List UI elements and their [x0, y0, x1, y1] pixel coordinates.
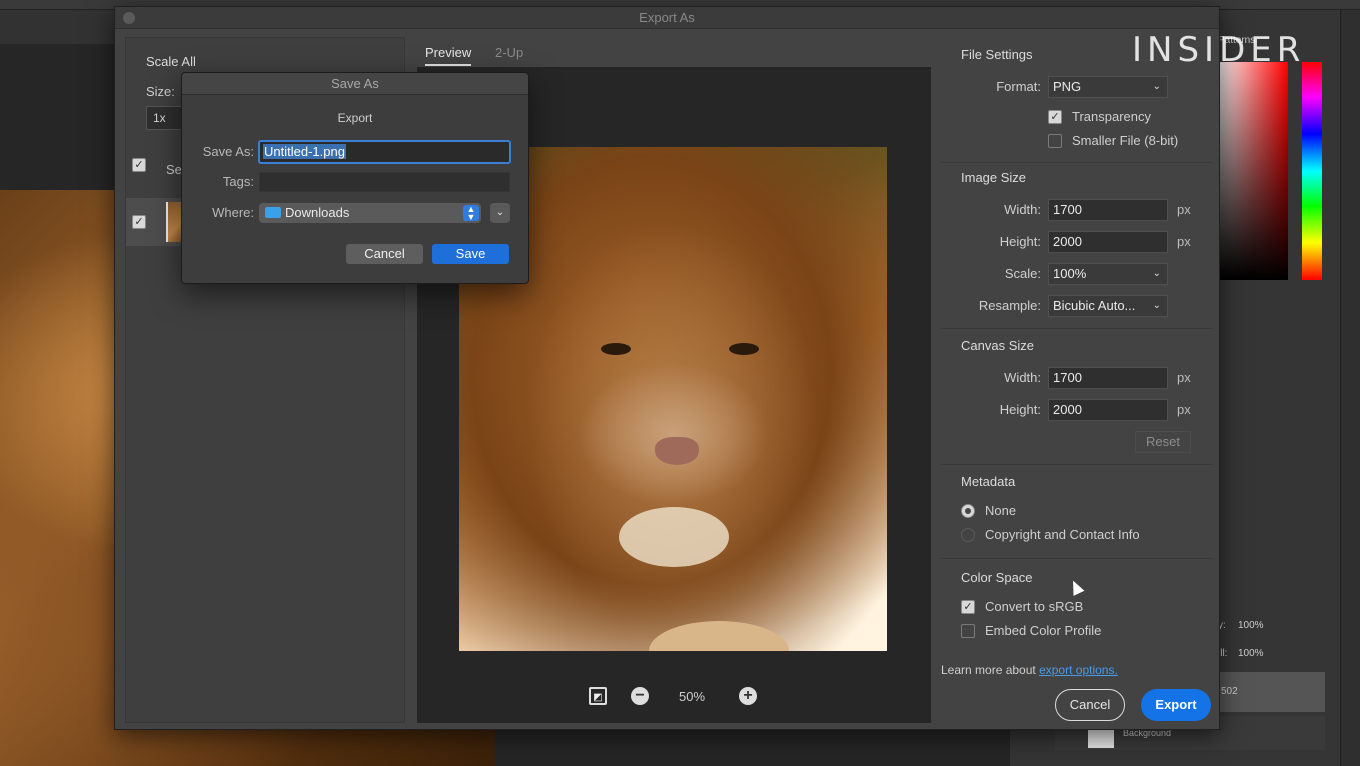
save-as-subtitle: Export — [337, 111, 373, 125]
export-button[interactable]: Export — [1141, 689, 1211, 721]
canvas-width-unit: px — [1177, 370, 1191, 385]
hue-slider[interactable] — [1302, 62, 1322, 280]
cancel-button[interactable]: Cancel — [1055, 689, 1125, 721]
tab-2-up[interactable]: 2-Up — [495, 45, 523, 60]
size-label: Size: — [146, 84, 175, 99]
canvas-height-label: Height: — [999, 402, 1041, 417]
export-title: Export As — [639, 10, 695, 25]
format-select[interactable]: PNG ⌄ — [1048, 76, 1168, 98]
canvas-height-input[interactable]: 2000 — [1048, 399, 1168, 421]
metadata-copyright-label: Copyright and Contact Info — [985, 527, 1140, 542]
embed-profile-checkbox[interactable] — [961, 624, 975, 638]
image-height-input[interactable]: 2000 — [1048, 231, 1168, 253]
filename-input[interactable]: Untitled-1.png — [258, 140, 511, 164]
resample-value: Bicubic Auto... — [1053, 298, 1136, 313]
settings-column: File Settings Format: PNG ⌄ ✓ Transparen… — [941, 37, 1213, 723]
convert-srgb-checkbox[interactable]: ✓ — [961, 600, 975, 614]
layer-name: 502 — [1221, 686, 1238, 697]
close-window-icon[interactable] — [123, 12, 135, 24]
image-height-unit: px — [1177, 234, 1191, 249]
fill-value[interactable]: 100% — [1238, 648, 1264, 659]
save-button[interactable]: Save — [432, 244, 509, 264]
transparency-checkbox[interactable]: ✓ — [1048, 110, 1062, 124]
tags-input[interactable] — [259, 172, 510, 192]
image-size-title: Image Size — [961, 170, 1027, 185]
metadata-none-radio[interactable] — [961, 504, 975, 518]
embed-profile-label: Embed Color Profile — [985, 623, 1102, 638]
image-width-unit: px — [1177, 202, 1191, 217]
smaller-file-checkbox[interactable] — [1048, 134, 1062, 148]
format-value: PNG — [1053, 79, 1082, 94]
chevron-down-icon: ⌄ — [1152, 81, 1161, 92]
metadata-none-label: None — [985, 503, 1017, 518]
image-size-section: Image Size Width: 1700 px Height: 2000 p… — [941, 165, 1213, 329]
learn-more-text: Learn more about export options. — [941, 663, 1118, 677]
zoom-bar: ◩ − 50% + — [589, 685, 759, 709]
convert-srgb-label: Convert to sRGB — [985, 599, 1084, 614]
chevron-down-icon: ⌄ — [1152, 268, 1161, 279]
scale-label: Scale: — [1004, 266, 1041, 281]
color-picker-field[interactable] — [1218, 62, 1288, 280]
select-all-checkbox[interactable]: ✓ — [132, 158, 146, 172]
where-value: Downloads — [285, 205, 350, 220]
lion-paw — [649, 621, 789, 651]
zoom-out-icon[interactable]: − — [631, 687, 649, 705]
lion-chin — [619, 507, 729, 567]
scale-value: 100% — [1053, 266, 1087, 281]
canvas-size-title: Canvas Size — [961, 338, 1034, 353]
lion-left-eye — [601, 343, 631, 355]
zoom-value: 50% — [679, 689, 706, 704]
save-as-title: Save As — [182, 73, 528, 95]
save-as-label: Save As: — [202, 144, 254, 159]
zoom-in-icon[interactable]: + — [739, 687, 757, 705]
save-as-cancel-button[interactable]: Cancel — [346, 244, 423, 264]
scale-select[interactable]: 100% ⌄ — [1048, 263, 1168, 285]
insider-watermark: INSIDER — [1132, 30, 1306, 70]
color-space-title: Color Space — [961, 570, 1033, 585]
lion-right-eye — [729, 343, 759, 355]
transparency-label: Transparency — [1072, 109, 1151, 124]
asset-checkbox[interactable]: ✓ — [132, 215, 146, 229]
export-options-link[interactable]: export options. — [1039, 663, 1118, 677]
save-as-sheet: Save As Export Save As: Untitled-1.png T… — [181, 72, 529, 284]
expand-chevron-icon[interactable]: ⌄ — [490, 203, 510, 223]
metadata-section: Metadata None Copyright and Contact Info — [941, 469, 1213, 559]
where-label: Where: — [212, 205, 254, 220]
scale-all-title: Scale All — [146, 54, 196, 69]
reset-button[interactable]: Reset — [1135, 431, 1191, 453]
tags-label: Tags: — [222, 174, 254, 189]
toggle-view-icon[interactable]: ◩ — [589, 687, 607, 705]
metadata-title: Metadata — [961, 474, 1016, 489]
updown-chevron-icon: ▲ ▼ — [463, 205, 479, 222]
image-width-input[interactable]: 1700 — [1048, 199, 1168, 221]
file-settings-title: File Settings — [961, 47, 1033, 62]
tab-preview[interactable]: Preview — [425, 45, 472, 66]
smaller-file-label: Smaller File (8-bit) — [1072, 133, 1179, 148]
opacity-value[interactable]: 100% — [1238, 620, 1264, 631]
canvas-height-unit: px — [1177, 402, 1191, 417]
lion-nose — [655, 437, 699, 465]
ps-panel-strip[interactable] — [1340, 10, 1360, 766]
image-height-label: Height: — [999, 234, 1041, 249]
canvas-width-label: Width: — [1004, 370, 1041, 385]
resample-label: Resample: — [978, 298, 1041, 313]
filename-value: Untitled-1.png — [263, 144, 346, 159]
resample-select[interactable]: Bicubic Auto... ⌄ — [1048, 295, 1168, 317]
canvas-width-input[interactable]: 1700 — [1048, 367, 1168, 389]
metadata-copyright-radio[interactable] — [961, 528, 975, 542]
format-label: Format: — [996, 79, 1041, 94]
where-select[interactable]: Downloads ▲ ▼ — [259, 203, 481, 223]
folder-icon — [265, 207, 281, 218]
export-titlebar: Export As — [115, 7, 1219, 29]
learn-more-label: Learn more about — [941, 663, 1036, 677]
image-width-label: Width: — [1004, 202, 1041, 217]
chevron-down-icon: ⌄ — [1152, 300, 1161, 311]
